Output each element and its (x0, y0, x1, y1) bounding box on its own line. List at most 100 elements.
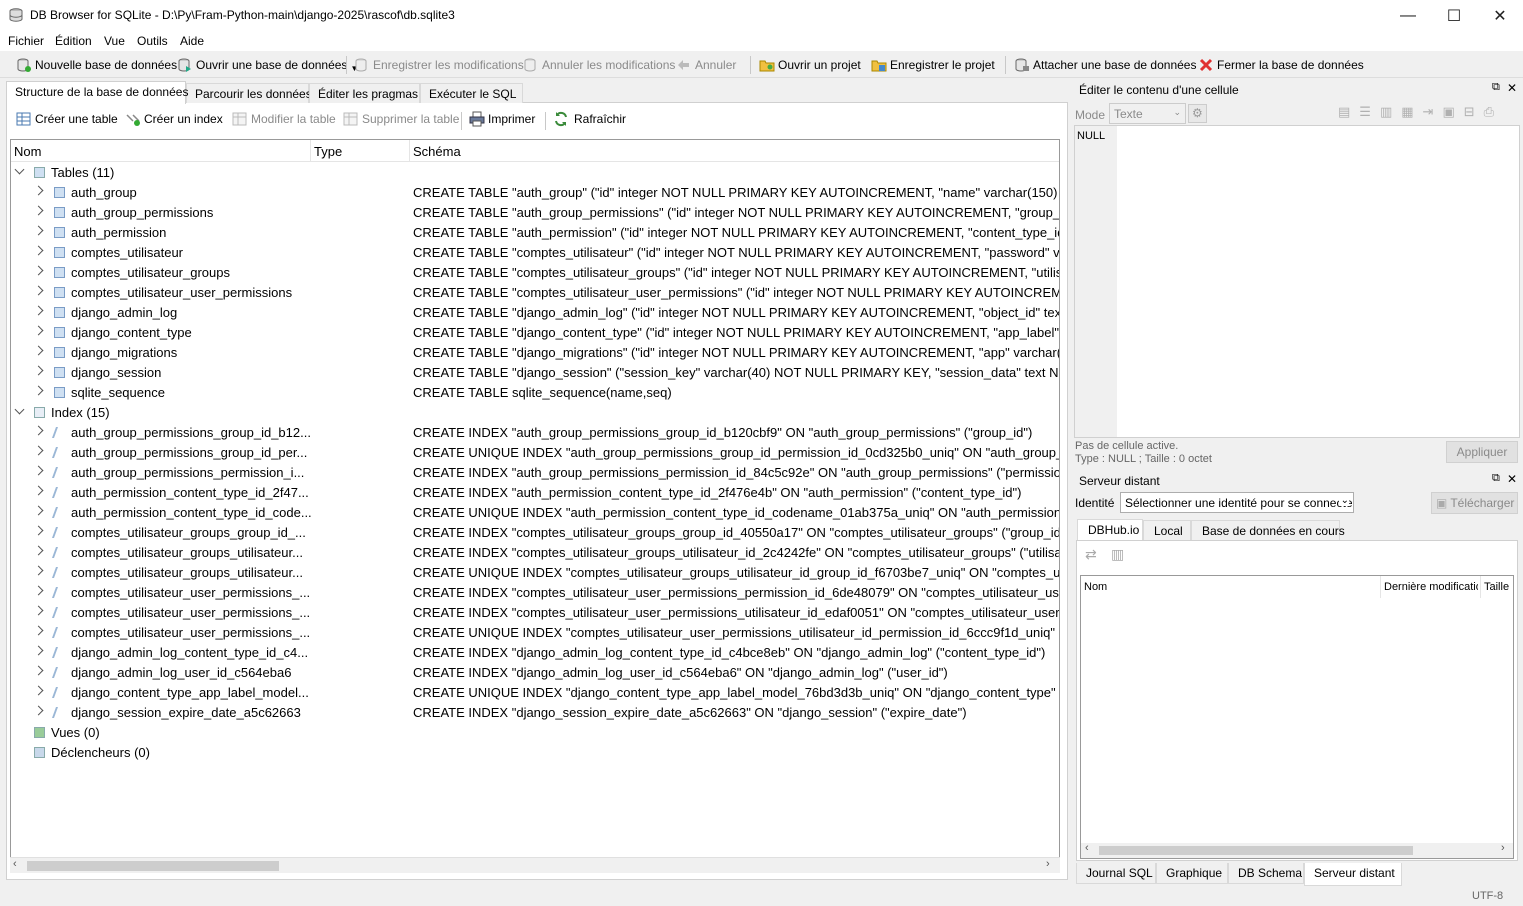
expand-arrow-icon[interactable] (33, 505, 44, 516)
create-index-button[interactable]: Créer un index (125, 110, 223, 128)
expand-arrow-icon[interactable] (33, 345, 44, 356)
table-row[interactable]: django_admin_log CREATE TABLE "django_adm… (11, 303, 1059, 323)
delete-table-button[interactable]: Supprimer la table (343, 110, 459, 128)
expand-arrow-icon[interactable] (33, 605, 44, 616)
expand-arrow-icon[interactable] (33, 545, 44, 556)
collapse-arrow-icon[interactable] (14, 404, 25, 415)
index-row[interactable]: auth_permission_content_type_id_2f47... C… (11, 483, 1059, 503)
expand-arrow-icon[interactable] (33, 685, 44, 696)
close-button[interactable]: ✕ (1477, 0, 1523, 31)
clone-database-icon[interactable]: ▥ (1111, 546, 1124, 563)
expand-arrow-icon[interactable] (33, 205, 44, 216)
maximize-button[interactable]: ☐ (1431, 0, 1477, 31)
expand-arrow-icon[interactable] (33, 465, 44, 476)
create-table-button[interactable]: Créer une table (16, 110, 118, 128)
column-header-size[interactable]: Taille (1484, 581, 1509, 593)
index-row[interactable]: auth_group_permissions_group_id_per... CR… (11, 443, 1059, 463)
tab-edit-pragmas[interactable]: Éditer les pragmas (309, 83, 420, 103)
tables-group[interactable]: Tables (11) (11, 163, 1059, 183)
scrollbar-thumb[interactable] (1099, 846, 1413, 855)
menu-edition[interactable]: Édition (55, 34, 92, 48)
close-database-button[interactable]: Fermer la base de données (1198, 56, 1364, 74)
tab-execute-sql[interactable]: Exécuter le SQL (420, 83, 523, 103)
column-header-type[interactable]: Type (314, 144, 342, 159)
expand-arrow-icon[interactable] (33, 565, 44, 576)
index-row[interactable]: django_session_expire_date_a5c62663 CREAT… (11, 703, 1059, 723)
write-changes-button[interactable]: Enregistrer les modifications (354, 56, 524, 74)
scroll-left-icon[interactable]: ‹ (13, 858, 17, 870)
close-dock-icon[interactable]: ✕ (1507, 81, 1517, 95)
expand-arrow-icon[interactable] (33, 325, 44, 336)
menu-aide[interactable]: Aide (180, 34, 204, 48)
word-wrap-icon[interactable]: ⇥ (1423, 104, 1443, 119)
float-dock-icon[interactable]: ⧉ (1492, 472, 1500, 485)
refresh-remote-icon[interactable]: ⇄ (1085, 546, 1097, 563)
tab-graph[interactable]: Graphique (1156, 863, 1228, 884)
remote-hscrollbar[interactable]: ‹ › (1081, 842, 1513, 858)
table-row[interactable]: comptes_utilisateur_user_permissions CREA… (11, 283, 1059, 303)
open-external-icon[interactable]: ▣ (1442, 104, 1463, 119)
revert-changes-button[interactable]: Annuler les modifications (523, 56, 675, 74)
tab-db-schema[interactable]: DB Schema (1228, 863, 1304, 884)
table-row[interactable]: auth_group CREATE TABLE "auth_group" ("id… (11, 183, 1059, 203)
index-row[interactable]: comptes_utilisateur_groups_utilisateur..… (11, 563, 1059, 583)
index-row[interactable]: comptes_utilisateur_user_permissions_...… (11, 603, 1059, 623)
schema-tree[interactable]: Nom Type Schéma Tables (11) auth_group CRE… (10, 139, 1060, 873)
indent-icon[interactable]: ▦ (1401, 104, 1422, 119)
auto-switch-button[interactable]: ⚙ (1188, 104, 1207, 123)
minimize-button[interactable]: — (1385, 0, 1431, 31)
expand-arrow-icon[interactable] (33, 285, 44, 296)
index-row[interactable]: comptes_utilisateur_user_permissions_...… (11, 583, 1059, 603)
index-row[interactable]: comptes_utilisateur_groups_utilisateur..… (11, 543, 1059, 563)
tab-structure[interactable]: Structure de la base de données (6, 81, 188, 104)
index-row[interactable]: comptes_utilisateur_groups_group_id_... C… (11, 523, 1059, 543)
expand-arrow-icon[interactable] (33, 385, 44, 396)
auto-format-icon[interactable]: ⊟ (1464, 104, 1484, 119)
index-row[interactable]: comptes_utilisateur_user_permissions_...… (11, 623, 1059, 643)
identity-select[interactable]: Sélectionner une identité pour se connec… (1120, 492, 1354, 513)
expand-arrow-icon[interactable] (33, 305, 44, 316)
table-row[interactable]: auth_group_permissions CREATE TABLE "auth… (11, 203, 1059, 223)
download-button[interactable]: ▣ Télécharger (1431, 492, 1518, 514)
menu-fichier[interactable]: Fichier (8, 34, 44, 48)
expand-arrow-icon[interactable] (33, 585, 44, 596)
undo-button[interactable]: Annuler (676, 56, 736, 74)
attach-database-button[interactable]: Attacher une base de données (1014, 56, 1196, 74)
index-row[interactable]: auth_group_permissions_permission_i... CR… (11, 463, 1059, 483)
expand-arrow-icon[interactable] (33, 425, 44, 436)
open-project-button[interactable]: Ouvrir un projet (759, 56, 861, 74)
table-row[interactable]: comptes_utilisateur_groups CREATE TABLE "… (11, 263, 1059, 283)
expand-arrow-icon[interactable] (33, 645, 44, 656)
column-header-nom[interactable]: Nom (14, 144, 41, 159)
triggers-group[interactable]: Déclencheurs (0) (11, 743, 1059, 763)
table-row[interactable]: auth_permission CREATE TABLE "auth_permis… (11, 223, 1059, 243)
close-dock-icon[interactable]: ✕ (1507, 472, 1517, 486)
scroll-right-icon[interactable]: › (1046, 858, 1050, 870)
import-icon[interactable]: ▤ (1338, 104, 1359, 119)
tab-current-database[interactable]: Base de données en cours (1191, 520, 1345, 541)
export-icon[interactable]: ☰ (1359, 104, 1380, 119)
column-header-schema[interactable]: Schéma (413, 144, 461, 159)
menu-vue[interactable]: Vue (104, 34, 125, 48)
expand-arrow-icon[interactable] (33, 245, 44, 256)
index-row[interactable]: django_admin_log_content_type_id_c4... CR… (11, 643, 1059, 663)
scroll-right-icon[interactable]: › (1501, 842, 1505, 854)
table-row[interactable]: sqlite_sequence CREATE TABLE sqlite_seque… (11, 383, 1059, 403)
refresh-button[interactable]: Rafraîchir (553, 110, 626, 128)
set-null-icon[interactable]: ▥ (1380, 104, 1401, 119)
expand-arrow-icon[interactable] (33, 185, 44, 196)
print-cell-icon[interactable]: ⎙ (1484, 104, 1503, 119)
remote-file-list[interactable]: Nom Dernière modificatio Taille ‹ › (1080, 575, 1514, 859)
tab-browse-data[interactable]: Parcourir les données (186, 83, 312, 103)
apply-button[interactable]: Appliquer (1446, 441, 1518, 463)
cell-content-editor[interactable]: NULL (1074, 125, 1520, 438)
save-project-button[interactable]: Enregistrer le projet (871, 56, 995, 74)
scroll-left-icon[interactable]: ‹ (1085, 842, 1089, 854)
column-header-modified[interactable]: Dernière modificatio (1384, 581, 1478, 593)
column-header-nom[interactable]: Nom (1084, 581, 1107, 593)
tab-remote-server[interactable]: Serveur distant (1304, 863, 1402, 886)
print-button[interactable]: Imprimer (469, 110, 535, 128)
scrollbar-thumb[interactable] (27, 861, 279, 871)
open-database-button[interactable]: Ouvrir une base de données ▼ (177, 56, 358, 74)
table-row[interactable]: django_session CREATE TABLE "django_sessi… (11, 363, 1059, 383)
